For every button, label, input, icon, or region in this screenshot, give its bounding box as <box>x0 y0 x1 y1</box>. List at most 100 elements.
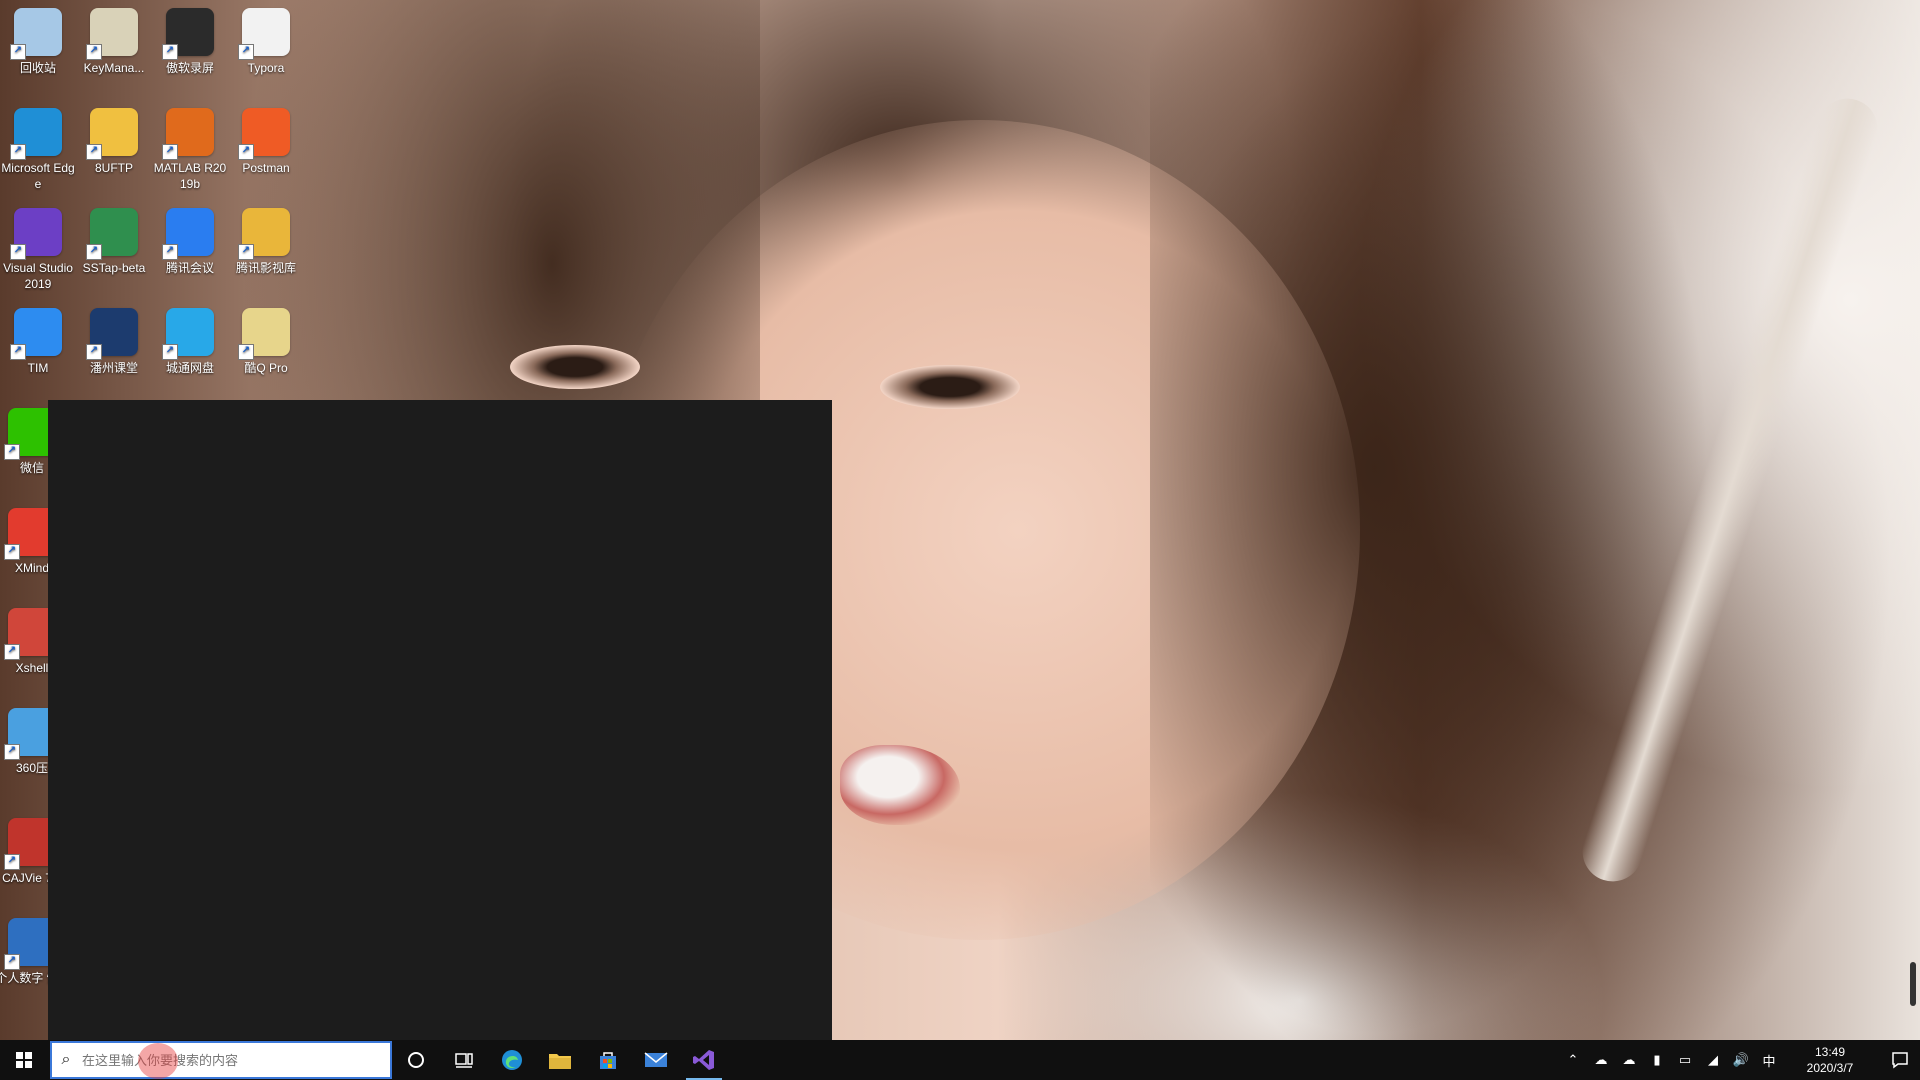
tencent-video-library-icon: ↗ <box>238 208 290 260</box>
desktop-icon-label: 360压 <box>15 761 49 775</box>
desktop-icon[interactable]: ↗ SSTap-beta <box>76 208 152 276</box>
wifi-icon[interactable]: ◢ <box>1702 1052 1724 1068</box>
desktop-icon[interactable]: ↗ Postman <box>228 108 304 176</box>
postman-icon: ↗ <box>238 108 290 160</box>
shortcut-arrow-icon: ↗ <box>162 44 178 60</box>
desktop-icon-label: MATLAB R2019b <box>153 161 227 191</box>
action-center-button[interactable] <box>1880 1040 1920 1080</box>
shortcut-arrow-icon: ↗ <box>4 444 20 460</box>
task-view-icon <box>455 1053 473 1068</box>
desktop-icon[interactable]: ↗ 回收站 <box>0 8 76 76</box>
cortana-circle-icon <box>408 1052 424 1068</box>
microphone-icon[interactable]: ▮ <box>1646 1052 1668 1068</box>
shortcut-arrow-icon: ↗ <box>162 144 178 160</box>
desktop-icon-label: 回收站 <box>19 61 56 75</box>
shortcut-arrow-icon: ↗ <box>4 544 20 560</box>
shortcut-arrow-icon: ↗ <box>4 954 20 970</box>
ctfile-cloud-icon: ↗ <box>162 308 214 360</box>
taskbar-search-box[interactable]: ⌕ <box>50 1041 392 1079</box>
desktop-icon-label: Postman <box>242 161 290 175</box>
typora-icon: ↗ <box>238 8 290 60</box>
desktop-icon[interactable]: ↗ 腾讯会议 <box>152 208 228 276</box>
desktop-icon-label: 腾讯影视库 <box>235 261 296 275</box>
shortcut-arrow-icon: ↗ <box>10 244 26 260</box>
system-tray: ⌃ ☁ ☁ ▮ ▭ ◢ 🔊 中 13:49 2020/3/7 <box>1562 1040 1920 1080</box>
desktop-icon[interactable]: ↗ 8UFTP <box>76 108 152 176</box>
desktop-icon[interactable]: ↗ TIM <box>0 308 76 376</box>
8uftp-icon: ↗ <box>86 108 138 160</box>
desktop-icon-label: 傲软录屏 <box>165 61 214 75</box>
onedrive-icon[interactable]: ☁ <box>1590 1052 1612 1068</box>
search-input[interactable] <box>80 1051 374 1069</box>
desktop-icon[interactable]: ↗ 潘州课堂 <box>76 308 152 376</box>
windows-logo-icon <box>16 1052 32 1068</box>
clock-date: 2020/3/7 <box>1806 1061 1854 1075</box>
desktop-icon[interactable]: ↗ Typora <box>228 8 304 76</box>
cortana-button[interactable] <box>392 1040 440 1080</box>
wallpaper-eye-right <box>880 365 1020 409</box>
visual-studio-icon <box>693 1050 714 1070</box>
start-button[interactable] <box>0 1040 48 1080</box>
taskbar-store[interactable] <box>584 1040 632 1080</box>
desktop-icon[interactable]: ↗ Microsoft Edge <box>0 108 76 192</box>
battery-icon[interactable]: ▭ <box>1674 1052 1696 1068</box>
desktop-icon-label: 城通网盘 <box>165 361 214 375</box>
desktop-icon-label: Visual Studio 2019 <box>3 261 73 291</box>
taskbar-edge[interactable] <box>488 1040 536 1080</box>
taskbar: ⌕ 在这里输入你要搜索的内容 ⌃ ☁ ☁ ▮ ▭ ◢ 🔊 中 13:49 202… <box>0 1040 1920 1080</box>
shortcut-arrow-icon: ↗ <box>238 44 254 60</box>
desktop-icon[interactable]: ↗ KeyMana... <box>76 8 152 76</box>
desktop-icon[interactable]: ↗ Visual Studio 2019 <box>0 208 76 292</box>
shortcut-arrow-icon: ↗ <box>86 144 102 160</box>
click-indicator <box>138 1043 178 1079</box>
desktop-icon-label: 8UFTP <box>94 161 133 175</box>
shortcut-arrow-icon: ↗ <box>4 854 20 870</box>
chevron-up-icon[interactable]: ⌃ <box>1562 1052 1584 1068</box>
wallpaper-eye-left <box>510 345 640 389</box>
cloud-icon[interactable]: ☁ <box>1618 1052 1640 1068</box>
desktop-icon[interactable]: ↗ 腾讯影视库 <box>228 208 304 276</box>
desktop-icon[interactable]: ↗ MATLAB R2019b <box>152 108 228 192</box>
folder-icon <box>549 1054 571 1069</box>
shortcut-arrow-icon: ↗ <box>86 344 102 360</box>
shortcut-arrow-icon: ↗ <box>10 344 26 360</box>
taskbar-mail[interactable] <box>632 1040 680 1080</box>
desktop-icon-label: Typora <box>247 61 285 75</box>
shortcut-arrow-icon: ↗ <box>10 144 26 160</box>
shortcut-arrow-icon: ↗ <box>86 244 102 260</box>
desktop-icon-label: 潘州课堂 <box>89 361 138 375</box>
wallpaper-hair-right <box>1150 0 1710 1040</box>
desktop-icon-label: Microsoft Edge <box>1 161 75 191</box>
clock[interactable]: 13:49 2020/3/7 <box>1786 1044 1874 1076</box>
taskbar-visual-studio[interactable] <box>680 1040 728 1080</box>
desktop: ↗ 回收站 ↗ KeyMana... ↗ 傲软录屏 ↗ Typora ↗ Microsoft Ed… <box>0 0 1920 1080</box>
coolq-icon: ↗ <box>238 308 290 360</box>
clock-time: 13:49 <box>1814 1045 1846 1059</box>
tencent-meeting-icon: ↗ <box>162 208 214 260</box>
tim-icon: ↗ <box>10 308 62 360</box>
volume-icon[interactable]: 🔊 <box>1730 1052 1752 1068</box>
desktop-icon[interactable]: ↗ 酷Q Pro <box>228 308 304 376</box>
desktop-icon-label: 腾讯会议 <box>165 261 214 275</box>
desktop-icon-label: TIM <box>27 361 49 375</box>
desktop-icon-label: 酷Q Pro <box>244 361 288 375</box>
task-view-button[interactable] <box>440 1040 488 1080</box>
shortcut-arrow-icon: ↗ <box>162 344 178 360</box>
matlab-icon: ↗ <box>162 108 214 160</box>
visual-studio-icon: ↗ <box>10 208 62 260</box>
desktop-icon-label: SSTap-beta <box>82 261 146 275</box>
desktop-icon-label: 微信 <box>19 461 44 475</box>
desktop-icon[interactable]: ↗ 城通网盘 <box>152 308 228 376</box>
shortcut-arrow-icon: ↗ <box>238 144 254 160</box>
scrollbar-thumb[interactable] <box>1910 962 1916 1006</box>
shortcut-arrow-icon: ↗ <box>238 244 254 260</box>
blank-window[interactable] <box>48 400 832 1040</box>
desktop-icon-label: XMind <box>14 561 49 575</box>
keymanager-icon: ↗ <box>86 8 138 60</box>
taskbar-file-explorer[interactable] <box>536 1040 584 1080</box>
notification-icon <box>1892 1052 1908 1069</box>
mail-icon <box>644 1052 668 1067</box>
shortcut-arrow-icon: ↗ <box>238 344 254 360</box>
ime-indicator[interactable]: 中 <box>1758 1051 1780 1070</box>
desktop-icon[interactable]: ↗ 傲软录屏 <box>152 8 228 76</box>
